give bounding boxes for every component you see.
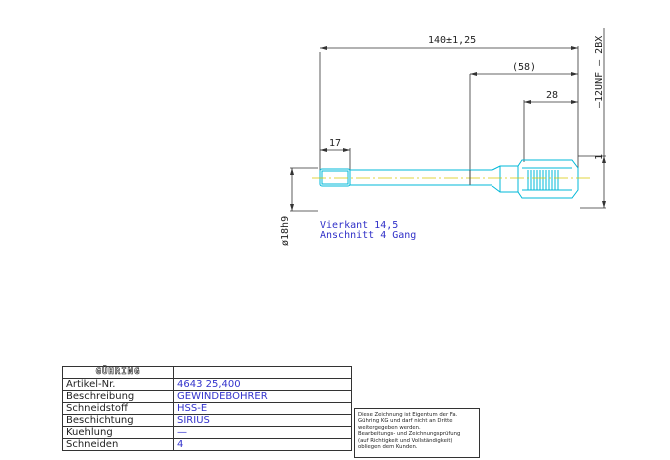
title-block-empty	[173, 366, 352, 379]
dim-overall-length: 140±1,25	[428, 35, 476, 46]
title-block: GÜHRING Artikel-Nr. 4643 25,400 Beschrei…	[62, 366, 352, 451]
dim-edge-mark: 1	[594, 154, 605, 160]
dim-thread-length: 28	[546, 90, 558, 101]
title-block-header: GÜHRING	[62, 366, 352, 379]
dim-mid-length: (58)	[512, 62, 536, 73]
row-value: HSS-E	[173, 402, 352, 415]
row-value: —	[173, 426, 352, 439]
table-row: Schneiden 4	[62, 438, 352, 451]
table-row: Kuehlung —	[62, 426, 352, 439]
guehring-logo: GÜHRING	[62, 366, 174, 379]
dim-thread-spec: —12UNF — 2BX	[594, 36, 605, 108]
row-label: Artikel-Nr.	[62, 378, 174, 391]
tap-outline	[319, 159, 579, 199]
notice-line: Bearbeitungs- und Zeichnungsprüfung	[358, 431, 461, 438]
row-label: Schneidstoff	[62, 402, 174, 415]
row-label: Beschreibung	[62, 390, 174, 403]
row-value: SIRIUS	[173, 414, 352, 427]
notice-line: obliegen dem Kunden.	[358, 444, 418, 451]
row-value: 4643 25,400	[173, 378, 352, 391]
row-label: Schneiden	[62, 438, 174, 451]
row-value: 4	[173, 438, 352, 451]
table-row: Beschichtung SIRIUS	[62, 414, 352, 427]
ownership-notice: Diese Zeichnung ist Eigentum der Fa. Güh…	[354, 408, 480, 458]
table-row: Beschreibung GEWINDEBOHRER	[62, 390, 352, 403]
row-value: GEWINDEBOHRER	[173, 390, 352, 403]
dim-shank-diameter: ø18h9	[280, 216, 291, 246]
row-label: Beschichtung	[62, 414, 174, 427]
table-row: Schneidstoff HSS-E	[62, 402, 352, 415]
row-label: Kuehlung	[62, 426, 174, 439]
table-row: Artikel-Nr. 4643 25,400	[62, 378, 352, 391]
dim-square-length: 17	[329, 138, 341, 149]
note-chamfer: Anschnitt 4 Gang	[320, 230, 416, 241]
